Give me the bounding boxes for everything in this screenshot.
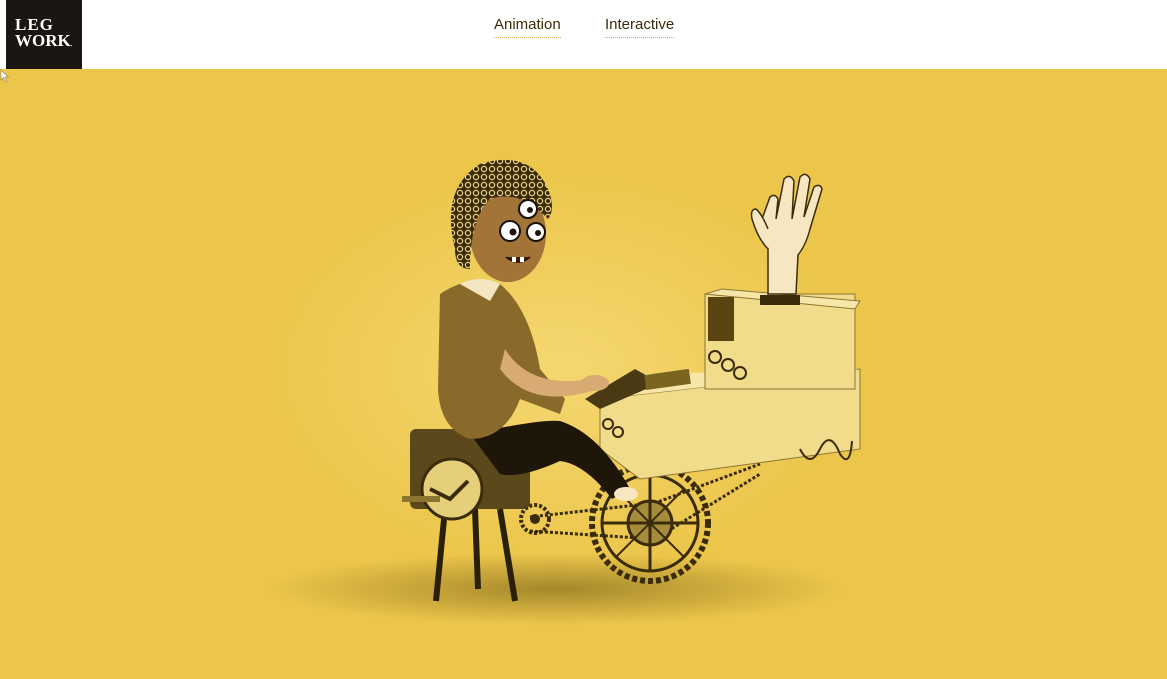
site-header: LEG WORK. Animation Interactive bbox=[0, 0, 1167, 69]
hero-illustration bbox=[260, 159, 861, 625]
hero-section bbox=[0, 69, 1167, 679]
legwork-logo[interactable]: LEG WORK. bbox=[6, 0, 82, 69]
nav-link-animation[interactable]: Animation bbox=[494, 16, 561, 38]
logo-line-2: WORK. bbox=[15, 31, 73, 50]
nav-link-interactive[interactable]: Interactive bbox=[605, 16, 675, 38]
mouse-cursor-icon bbox=[0, 69, 10, 83]
